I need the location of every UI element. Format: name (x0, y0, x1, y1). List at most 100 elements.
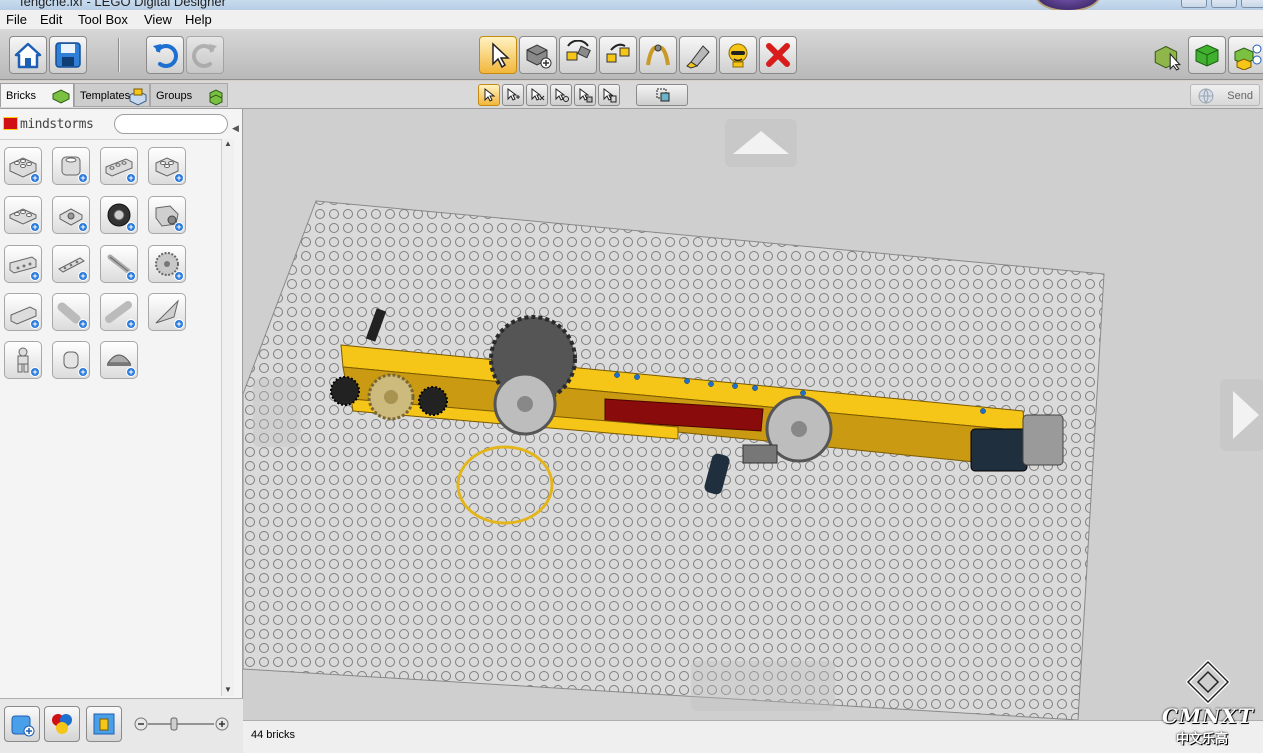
brick-item[interactable]: + (4, 196, 42, 234)
add-brick-icon: + (126, 173, 136, 183)
home-icon (14, 42, 42, 69)
select-same-color-icon (579, 88, 593, 103)
delete-icon (766, 43, 790, 67)
group-selection-button[interactable] (636, 84, 688, 106)
select-same-color-button[interactable] (574, 84, 596, 106)
brick-item[interactable]: + (100, 341, 138, 379)
add-model-button[interactable] (4, 706, 40, 742)
cmnxt-watermark: CMNXT 中文乐高 (1158, 660, 1258, 750)
rotate-down-arrow-icon[interactable] (691, 661, 835, 711)
hinge-tool-button[interactable] (559, 36, 597, 74)
save-button[interactable] (49, 36, 87, 74)
templates-icon (129, 88, 147, 106)
hinge-align-tool-button[interactable] (599, 36, 637, 74)
palette-brand[interactable]: mindstorms (3, 117, 94, 133)
clone-icon (526, 44, 552, 69)
single-select-icon (484, 87, 496, 102)
collapse-panel-icon[interactable]: ◀ (232, 123, 239, 134)
rotate-left-arrow-icon[interactable] (253, 379, 301, 447)
menu-tool-box[interactable]: Tool Box (78, 12, 128, 27)
brick-search-input[interactable] (114, 114, 228, 134)
add-brick-icon: + (30, 222, 40, 232)
add-brick-icon: + (78, 271, 88, 281)
build-canvas[interactable] (243, 109, 1263, 720)
send-button[interactable]: Send (1190, 84, 1260, 106)
home-button[interactable] (9, 36, 47, 74)
window-title-bar: fengche.lxf - LEGO Digital Designer (0, 0, 1263, 10)
paint-icon (686, 45, 710, 69)
watermark-latin: CMNXT (1162, 704, 1254, 728)
color-palette-button[interactable] (44, 706, 80, 742)
tab-bricks-label: Bricks (6, 90, 36, 102)
clone-tool-button[interactable] (519, 36, 557, 74)
brick-item[interactable]: + (100, 196, 138, 234)
brick-item[interactable]: + (52, 293, 90, 331)
brick-item[interactable]: + (52, 147, 90, 185)
viewport-scene[interactable] (243, 109, 1263, 720)
tab-bricks[interactable]: Bricks (0, 83, 74, 107)
rotate-up-arrow-icon[interactable] (725, 119, 797, 167)
brick-item[interactable]: + (148, 196, 186, 234)
green-brick-icon (52, 89, 70, 104)
add-brick-icon: + (126, 222, 136, 232)
building-guide-button[interactable] (1228, 36, 1263, 74)
status-bar: 44 bricks (243, 720, 1263, 753)
palette-scrollbar[interactable]: ▲ ▼ (222, 139, 234, 696)
add-brick-icon: + (174, 173, 184, 183)
brick-item[interactable]: + (4, 147, 42, 185)
brick-item[interactable]: + (100, 245, 138, 283)
menu-help[interactable]: Help (185, 12, 212, 27)
add-brick-icon: + (78, 222, 88, 232)
tab-templates[interactable]: Templates (74, 83, 150, 107)
menu-file[interactable]: File (6, 12, 27, 27)
undo-button[interactable] (146, 36, 184, 74)
brick-item[interactable]: + (100, 147, 138, 185)
select-same-brick-button[interactable] (598, 84, 620, 106)
brick-item[interactable]: + (100, 293, 138, 331)
single-select-button[interactable] (478, 84, 500, 106)
brick-item[interactable]: + (148, 245, 186, 283)
hinge-icon (566, 40, 591, 61)
lego-logo-icon (3, 117, 18, 130)
hinge-align-icon (606, 43, 630, 63)
redo-button[interactable] (186, 36, 224, 74)
paint-tool-button[interactable] (679, 36, 717, 74)
maximize-window-button[interactable] (1211, 0, 1237, 8)
brick-item[interactable]: + (148, 147, 186, 185)
view-mode-button[interactable] (1188, 36, 1226, 74)
group-selection-icon (656, 88, 670, 102)
zoom-slider[interactable] (134, 717, 230, 731)
scroll-up-icon[interactable]: ▲ (224, 139, 232, 148)
select-tool-button[interactable] (479, 36, 517, 74)
build-mode-button[interactable] (1148, 36, 1186, 74)
tab-groups[interactable]: Groups (150, 83, 228, 107)
flex-tool-button[interactable] (639, 36, 677, 74)
multi-select-button[interactable] (502, 84, 524, 106)
scroll-down-icon[interactable]: ▼ (224, 685, 232, 694)
close-window-button[interactable] (1241, 0, 1263, 8)
brick-guide-button[interactable] (86, 706, 122, 742)
minimize-window-button[interactable] (1181, 0, 1207, 8)
add-brick-icon: + (174, 222, 184, 232)
deselect-button[interactable] (526, 84, 548, 106)
menu-view[interactable]: View (144, 12, 172, 27)
brick-item[interactable]: + (4, 341, 42, 379)
brick-item[interactable]: + (148, 293, 186, 331)
send-label: Send (1227, 90, 1253, 102)
rotate-right-arrow-icon[interactable] (1220, 379, 1263, 451)
select-arrow-icon (492, 42, 510, 69)
select-connected-button[interactable] (550, 84, 572, 106)
brick-item[interactable]: + (52, 341, 90, 379)
brick-item[interactable]: + (52, 196, 90, 234)
brick-item[interactable]: + (4, 293, 42, 331)
save-icon (55, 42, 81, 68)
delete-tool-button[interactable] (759, 36, 797, 74)
tab-templates-label: Templates (80, 90, 131, 102)
color-palette-icon (52, 714, 72, 734)
hide-tool-button[interactable] (719, 36, 757, 74)
add-brick-icon: + (126, 367, 136, 377)
flex-icon (646, 44, 670, 66)
brick-item[interactable]: + (52, 245, 90, 283)
menu-edit[interactable]: Edit (40, 12, 62, 27)
brick-item[interactable]: + (4, 245, 42, 283)
